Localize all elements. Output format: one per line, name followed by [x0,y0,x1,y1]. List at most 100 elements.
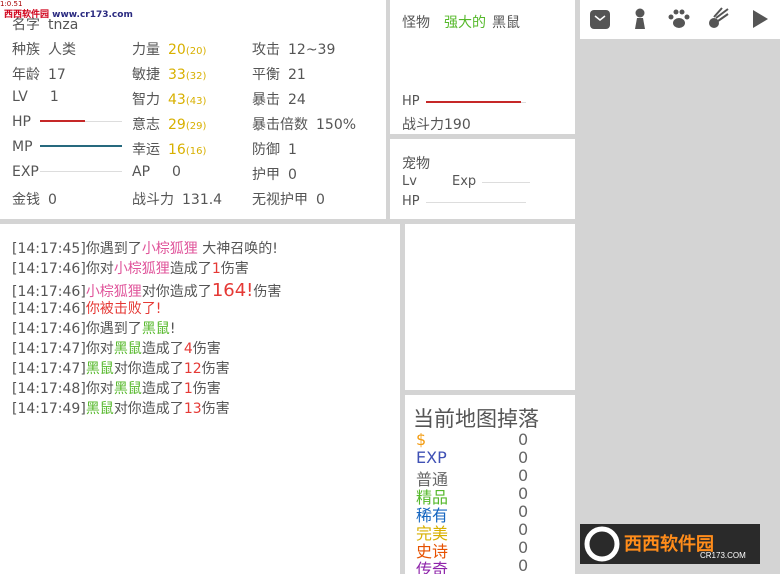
drop-count: 0 [518,466,529,485]
watermark-site-url: www.cr173.com [52,10,133,20]
character-panel: 名字 tnza 种族 人类 年龄 17 LV 1 HP MP EXP 金钱 0 力量 20(… [0,0,386,219]
monster-prefix: 强大的 [444,15,486,31]
age-value: 17 [48,67,66,83]
race-value: 人类 [48,42,76,58]
watermark-logo-en: CR173.COM [700,551,746,560]
stat-crit: 暴击 24 [252,89,306,109]
drops-title: 当前地图掉落 [413,407,539,431]
watermark-site-name: 西西软件园 [4,10,50,20]
log-line: [14:17:48]你对黑鼠造成了1伤害 [12,381,221,397]
will-value: 29(29) [168,117,207,133]
strength-value: 20(20) [168,42,207,58]
age-label: 年龄 [12,67,40,83]
drop-row-legendary: 传奇 0 [416,556,528,574]
monster-hp-label: HP [402,94,420,109]
armor-label: 护甲 [252,167,280,183]
stat-luck: 幸运 16(16) [132,139,206,159]
watermark-logo: 西西软件园 CR173.COM [580,524,760,564]
armor-value: 0 [288,167,297,183]
pet-hp-track [426,202,526,203]
person-icon[interactable] [628,7,652,31]
gold-label: 金钱 [12,192,40,208]
balance-value: 21 [288,67,306,83]
lv-label: LV [12,89,28,105]
drop-label: $ [416,430,427,449]
pet-exp-label: Exp [452,174,477,189]
stat-attack: 攻击 12~39 [252,39,335,59]
drop-row-exp: EXP 0 [416,448,528,467]
monster-label: 怪物 [402,15,430,31]
stat-crit-multiplier: 暴击倍数 150% [252,114,356,134]
stat-power: 战斗力 131.4 [132,189,222,209]
empty-panel [405,224,575,390]
ignore-armor-value: 0 [316,192,325,208]
monster-power: 战斗力190 [402,114,471,134]
crit-multiplier-label: 暴击倍数 [252,117,308,133]
agility-value: 33(32) [168,67,207,83]
defense-value: 1 [288,142,297,158]
log-line: [14:17:46]你被击败了! [12,301,162,317]
gold-value: 0 [48,192,57,208]
pet-hp-label: HP [402,194,420,209]
attack-value: 12~39 [288,42,336,58]
drop-row-money: $0 [416,430,528,449]
lv-value: 1 [49,89,59,105]
log-line: [14:17:49]黑鼠对你造成了13伤害 [12,401,230,417]
pet-title: 宠物 [402,156,430,172]
monster-hp-bar [426,101,521,103]
exp-bar-track [40,171,122,172]
stat-ap: AP 0 [132,164,181,180]
drop-label: EXP [416,448,447,467]
agility-label: 敏捷 [132,67,160,83]
stat-will: 意志 29(29) [132,114,206,134]
monster-power-label: 战斗力 [402,117,444,133]
drop-count: 0 [518,502,529,521]
hp-label: HP [12,114,31,130]
log-line: [14:17:47]黑鼠对你造成了12伤害 [12,361,230,377]
log-line: [14:17:46]你对小棕狐狸造成了1伤害 [12,261,249,277]
meteor-icon[interactable] [706,7,730,31]
play-icon[interactable] [748,7,772,31]
stat-ignore-armor: 无视护甲 0 [252,189,325,209]
log-line: [14:17:46]你遇到了黑鼠! [12,321,176,337]
crit-multiplier-value: 150% [316,117,357,133]
stat-gold: 金钱 0 [12,189,57,209]
exp-label: EXP [12,164,39,180]
intellect-label: 智力 [132,92,160,108]
crit-value: 24 [288,92,306,108]
balance-label: 平衡 [252,67,280,83]
luck-value: 16(16) [168,142,207,158]
ap-label: AP [132,164,151,180]
stat-armor: 护甲 0 [252,164,297,184]
drop-label: 传奇 [416,560,449,574]
mp-bar [40,145,122,147]
stat-strength: 力量 20(20) [132,39,206,59]
luck-label: 幸运 [132,142,160,158]
map-drops-panel: 当前地图掉落 $0 EXP 0 普通 0 精品 0 稀有 0 完美 0 史诗 0 传奇 0 [405,395,575,574]
attack-label: 攻击 [252,42,280,58]
mp-label: MP [12,139,33,155]
intellect-value: 43(43) [168,92,207,108]
ap-value: 0 [172,164,181,180]
race-label: 种族 [12,42,40,58]
power-label: 战斗力 [132,192,174,208]
strength-label: 力量 [132,42,160,58]
will-label: 意志 [132,117,160,133]
monster-title: 怪物 强大的 黑鼠 [402,12,520,32]
paw-icon[interactable] [667,7,691,31]
drop-count: 0 [518,538,529,557]
monster-power-value: 190 [444,117,471,133]
bag-icon[interactable] [588,7,612,31]
log-line: [14:17:47]你对黑鼠造成了4伤害 [12,341,221,357]
monster-name: 黑鼠 [492,15,520,31]
stat-race: 种族 人类 [12,39,76,59]
pet-exp-track [482,182,530,183]
pet-panel: 宠物 Lv Exp HP [390,139,575,219]
defense-label: 防御 [252,142,280,158]
stat-lv: LV 1 [12,89,59,105]
stat-balance: 平衡 21 [252,64,306,84]
stat-agility: 敏捷 33(32) [132,64,206,84]
drop-count: 0 [518,448,529,467]
drop-count: 0 [518,556,529,574]
stat-defense: 防御 1 [252,139,297,159]
